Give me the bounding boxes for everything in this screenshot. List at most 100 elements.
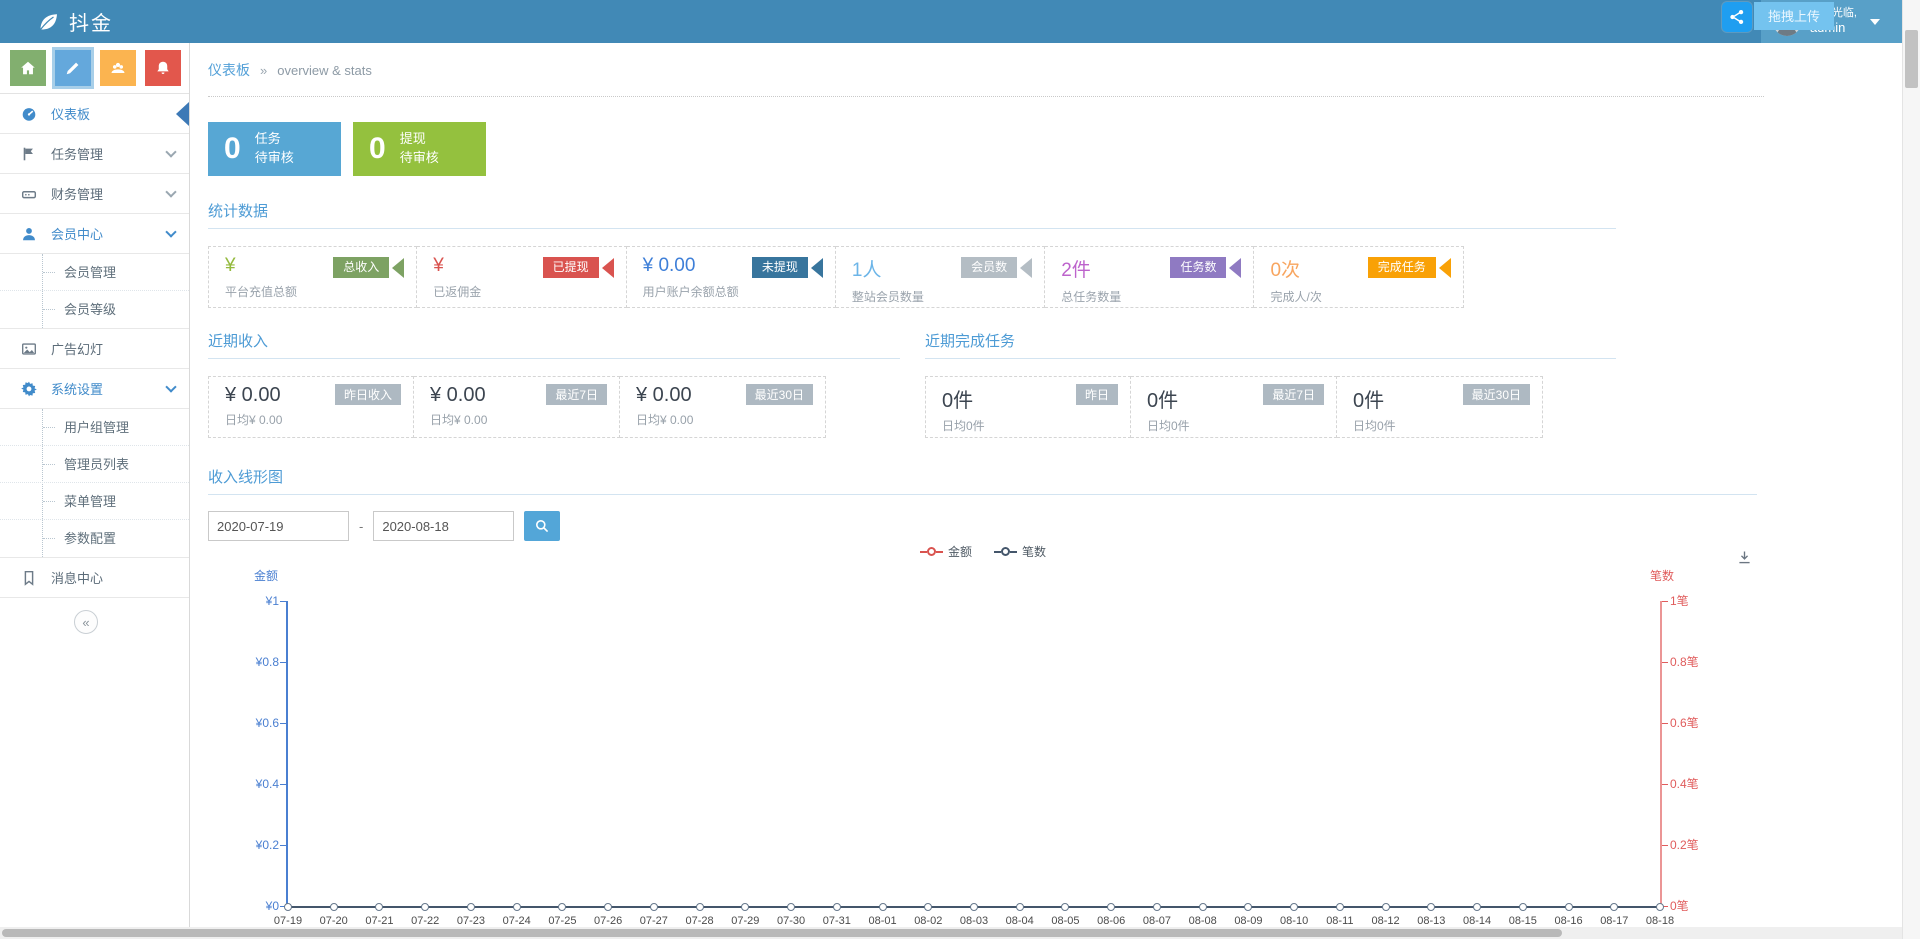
- task-card-value: 0件: [942, 384, 973, 413]
- sidebar-subitem[interactable]: 会员等级: [0, 291, 189, 328]
- sidebar-item-7[interactable]: 消息中心: [0, 558, 189, 598]
- data-point[interactable]: [1519, 903, 1527, 911]
- x-axis-label: 08-01: [859, 915, 907, 927]
- sidebar-subitem[interactable]: 会员管理: [0, 254, 189, 291]
- bookmark-icon: [20, 569, 38, 587]
- data-point[interactable]: [1565, 903, 1573, 911]
- stat-label: 整站会员数量: [852, 288, 1044, 305]
- sidebar-item-label: 广告幻灯: [51, 339, 103, 358]
- upload-widget[interactable]: 拖拽上传: [1722, 2, 1834, 32]
- data-point[interactable]: [284, 903, 292, 911]
- left-tick-mark: [280, 784, 286, 785]
- legend-item-笔数[interactable]: 笔数: [994, 543, 1046, 560]
- sidebar-item-3[interactable]: 财务管理: [0, 174, 189, 214]
- data-point[interactable]: [1290, 903, 1298, 911]
- data-point[interactable]: [1107, 903, 1115, 911]
- active-item-arrow: [176, 102, 189, 126]
- data-point[interactable]: [1199, 903, 1207, 911]
- pencil-button[interactable]: [55, 50, 91, 86]
- bell-button[interactable]: [145, 50, 181, 86]
- horizontal-scrollbar[interactable]: [0, 927, 1902, 939]
- sidebar-item-2[interactable]: 任务管理: [0, 134, 189, 174]
- sidebar-item-5[interactable]: 广告幻灯: [0, 329, 189, 369]
- data-point[interactable]: [879, 903, 887, 911]
- income-card-badge: 昨日收入: [335, 384, 401, 405]
- x-axis-label: 08-18: [1636, 915, 1684, 927]
- data-point[interactable]: [1016, 903, 1024, 911]
- netdisk-share-icon[interactable]: [1722, 2, 1752, 32]
- data-point[interactable]: [650, 903, 658, 911]
- page: 抖金 欢迎光临, admin 拖拽上传 仪表板任务管理财务管理会员中心会员管理会…: [0, 0, 1920, 939]
- breadcrumb: 仪表板 » overview & stats: [208, 60, 1902, 80]
- recent-income-divider: [208, 358, 900, 359]
- data-point[interactable]: [741, 903, 749, 911]
- stat-ribbon: 已提现: [543, 257, 614, 278]
- task-card: 0件最近30日日均0件: [1337, 376, 1543, 438]
- stats-cards: ¥平台充值总额总收入¥已返佣金已提现¥ 0.00用户账户余额总额未提现1人整站会…: [208, 246, 1464, 308]
- date-to-input[interactable]: [373, 511, 514, 541]
- leaf-icon: [36, 10, 60, 34]
- stat-ribbon: 未提现: [752, 257, 823, 278]
- income-card: ¥ 0.00最近30日日均¥ 0.00: [620, 376, 826, 438]
- right-tick-label: 0.8笔: [1670, 655, 1699, 669]
- data-point[interactable]: [833, 903, 841, 911]
- sidebar-subitem[interactable]: 菜单管理: [0, 483, 189, 520]
- pending-summary-box[interactable]: 0提现待审核: [353, 122, 486, 176]
- sidebar-subitem[interactable]: 用户组管理: [0, 409, 189, 446]
- data-point[interactable]: [330, 903, 338, 911]
- chart-search-button[interactable]: [524, 511, 560, 541]
- sidebar-item-4[interactable]: 会员中心: [0, 214, 189, 254]
- download-icon[interactable]: [1736, 549, 1753, 571]
- legend-item-金额[interactable]: 金额: [920, 543, 972, 560]
- vertical-scrollbar-thumb[interactable]: [1905, 30, 1918, 88]
- vertical-scrollbar[interactable]: [1902, 0, 1920, 939]
- gauge-icon: [20, 105, 38, 123]
- data-point[interactable]: [1427, 903, 1435, 911]
- sidebar-subitem[interactable]: 参数配置: [0, 520, 189, 557]
- sidebar-collapse-button[interactable]: «: [74, 610, 98, 634]
- breadcrumb-title[interactable]: 仪表板: [208, 60, 250, 80]
- data-point[interactable]: [1061, 903, 1069, 911]
- x-axis-label: 08-10: [1270, 915, 1318, 927]
- stat-card: ¥已返佣金已提现: [417, 246, 626, 308]
- chart-divider: [208, 494, 1757, 495]
- x-axis-label: 07-26: [584, 915, 632, 927]
- data-point[interactable]: [467, 903, 475, 911]
- recent-income-cards: ¥ 0.00昨日收入日均¥ 0.00¥ 0.00最近7日日均¥ 0.00¥ 0.…: [208, 376, 826, 438]
- data-point[interactable]: [513, 903, 521, 911]
- breadcrumb-divider: [208, 96, 1764, 97]
- ribbon-arrow: [392, 258, 404, 278]
- home-button[interactable]: [10, 50, 46, 86]
- data-point[interactable]: [787, 903, 795, 911]
- data-point[interactable]: [1382, 903, 1390, 911]
- data-point[interactable]: [1244, 903, 1252, 911]
- data-point[interactable]: [1473, 903, 1481, 911]
- data-point[interactable]: [970, 903, 978, 911]
- right-tick-label: 0笔: [1670, 899, 1689, 913]
- data-point[interactable]: [1610, 903, 1618, 911]
- data-point[interactable]: [1656, 903, 1664, 911]
- data-point[interactable]: [558, 903, 566, 911]
- pending-labels: 提现待审核: [400, 130, 439, 168]
- data-point[interactable]: [696, 903, 704, 911]
- data-point[interactable]: [421, 903, 429, 911]
- task-card-sub: 日均0件: [1147, 417, 1324, 434]
- data-point[interactable]: [375, 903, 383, 911]
- sidebar-subitem[interactable]: 管理员列表: [0, 446, 189, 483]
- sidebar-item-1[interactable]: 仪表板: [0, 94, 189, 134]
- pending-summary-box[interactable]: 0任务待审核: [208, 122, 341, 176]
- upload-label: 拖拽上传: [1754, 2, 1834, 30]
- users-button[interactable]: [100, 50, 136, 86]
- data-point[interactable]: [924, 903, 932, 911]
- recent-income-title: 近期收入: [208, 330, 900, 351]
- sidebar-item-6[interactable]: 系统设置: [0, 369, 189, 409]
- x-axis-label: 07-28: [676, 915, 724, 927]
- horizontal-scrollbar-thumb[interactable]: [2, 929, 1562, 937]
- data-point[interactable]: [604, 903, 612, 911]
- recent-tasks-cards: 0件昨日日均0件0件最近7日日均0件0件最近30日日均0件: [925, 376, 1543, 438]
- data-point[interactable]: [1153, 903, 1161, 911]
- data-point[interactable]: [1336, 903, 1344, 911]
- date-from-input[interactable]: [208, 511, 349, 541]
- ribbon-arrow: [811, 258, 823, 278]
- x-axis-label: 08-08: [1179, 915, 1227, 927]
